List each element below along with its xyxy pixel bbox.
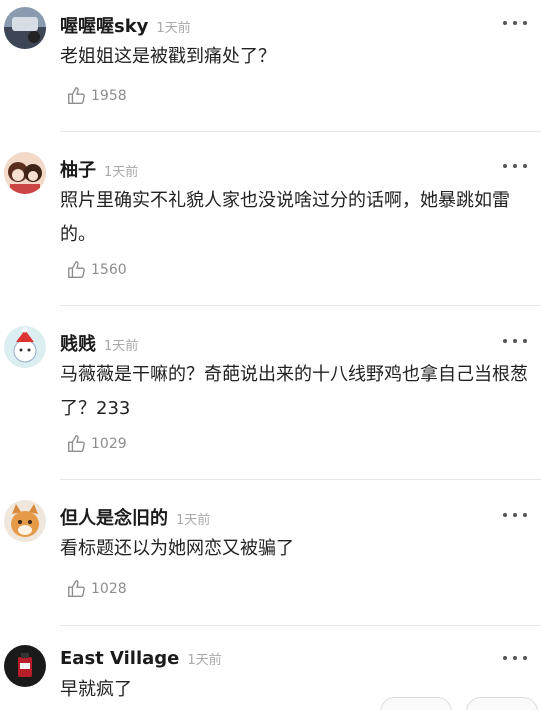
username[interactable]: East Village 1天前 xyxy=(60,648,222,669)
like-count: 1028 xyxy=(91,581,127,597)
thumbs-up-icon xyxy=(68,261,85,279)
username-text[interactable]: 喔喔喔sky xyxy=(60,16,148,37)
username[interactable]: 柚子 1天前 xyxy=(60,156,138,182)
timestamp: 1天前 xyxy=(176,513,211,528)
timestamp: 1天前 xyxy=(104,339,139,354)
avatar[interactable] xyxy=(4,7,46,49)
more-options-icon[interactable] xyxy=(503,15,527,31)
timestamp: 1天前 xyxy=(187,653,222,668)
more-options-icon[interactable] xyxy=(503,333,527,349)
comment-text: 马薇薇是干嘛的？奇葩说出来的十八线野鸡也拿自己当根葱了？233 xyxy=(60,364,528,419)
like-count: 1029 xyxy=(91,436,127,452)
timestamp: 1天前 xyxy=(104,165,139,180)
like-button[interactable]: 1560 xyxy=(66,259,127,281)
avatar[interactable] xyxy=(4,152,46,194)
thumbs-up-icon xyxy=(68,87,85,105)
username[interactable]: 贱贱 1天前 xyxy=(60,330,138,356)
username-text[interactable]: East Village xyxy=(60,648,179,669)
like-button[interactable]: 1958 xyxy=(66,85,127,107)
like-count: 1958 xyxy=(91,88,127,104)
comment-text: 照片里确实不礼貌人家也没说啥过分的话啊，她暴跳如雷的。 xyxy=(60,190,510,245)
thumbs-up-icon xyxy=(68,580,85,598)
avatar[interactable] xyxy=(4,326,46,368)
divider xyxy=(60,479,541,480)
username[interactable]: 喔喔喔sky 1天前 xyxy=(60,12,191,38)
more-options-icon[interactable] xyxy=(503,158,527,174)
divider xyxy=(60,131,541,132)
thumbs-up-icon xyxy=(68,435,85,453)
timestamp: 1天前 xyxy=(156,21,191,36)
username-text[interactable]: 柚子 xyxy=(60,160,96,181)
divider xyxy=(60,305,541,306)
comment-text: 看标题还以为她网恋又被骗了 xyxy=(60,538,294,559)
username-text[interactable]: 贱贱 xyxy=(60,334,96,355)
comment-text: 老姐姐这是被戳到痛处了？ xyxy=(60,46,276,67)
username[interactable]: 但人是念旧的 1天前 xyxy=(60,504,210,530)
bottom-action-bar xyxy=(380,697,541,710)
more-options-icon[interactable] xyxy=(503,507,527,523)
bottom-action-button[interactable] xyxy=(466,697,538,710)
more-options-icon[interactable] xyxy=(503,650,527,666)
divider xyxy=(60,625,541,626)
bottom-action-button[interactable] xyxy=(380,697,452,710)
like-count: 1560 xyxy=(91,262,127,278)
like-button[interactable]: 1028 xyxy=(66,578,127,600)
username-text[interactable]: 但人是念旧的 xyxy=(60,508,168,529)
avatar[interactable] xyxy=(4,645,46,687)
like-button[interactable]: 1029 xyxy=(66,433,127,455)
avatar[interactable] xyxy=(4,500,46,542)
